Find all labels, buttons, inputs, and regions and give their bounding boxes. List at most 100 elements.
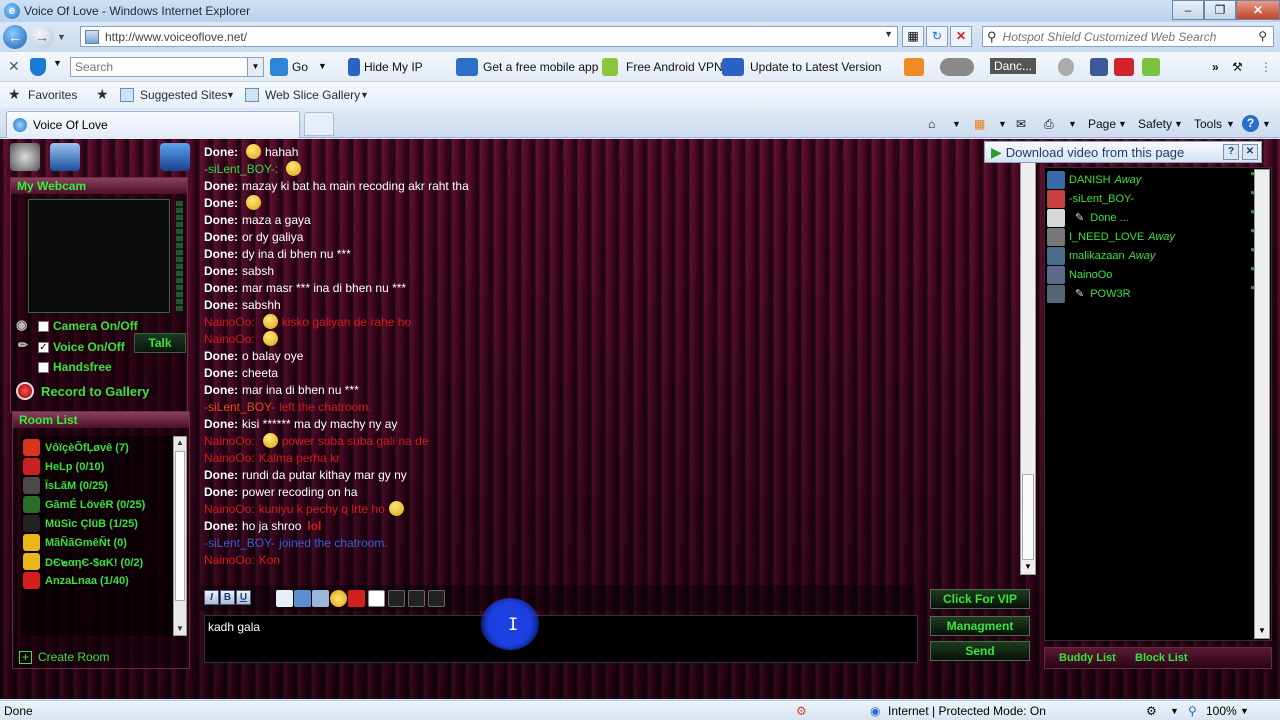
mobile-app-link[interactable]: Get a free mobile app [483,60,598,74]
italic-button[interactable]: I [204,590,219,605]
chat-username[interactable]: -siLent_BOY- [204,400,275,414]
underline-button[interactable]: U [236,590,251,605]
print-dropdown-icon[interactable]: ▼ [1068,119,1077,129]
android-vpn-link[interactable]: Free Android VPN [626,60,723,74]
go-dropdown-icon[interactable]: ▼ [318,61,327,71]
safety-dropdown-icon[interactable]: ▼ [1174,119,1183,129]
maximize-button[interactable]: ❐ [1204,0,1236,20]
create-room-button[interactable]: + Create Room [19,650,109,664]
camera-checkbox[interactable] [38,321,49,332]
room-scroll-thumb[interactable] [175,451,185,601]
media-settings-icon[interactable] [1058,58,1074,76]
bold-button[interactable]: B [220,590,235,605]
popup-blocker-icon[interactable]: ⚙ [796,704,807,718]
web-slice-link[interactable]: Web Slice Gallery [265,88,360,102]
media-controls-icon[interactable] [940,58,974,76]
chat-username[interactable]: Done: [204,281,238,295]
status-lock-icon[interactable]: ⚙ [1146,704,1157,718]
home-icon[interactable]: ⌂ [928,117,935,131]
user-list-item[interactable]: ✎ Done ... [1047,208,1269,227]
web-search-input[interactable] [1002,29,1253,44]
tools-menu[interactable]: Tools [1194,117,1222,131]
handsfree-checkbox[interactable] [38,362,49,373]
chat-username[interactable]: Done: [204,230,238,244]
close-window-button[interactable]: ✕ [1236,0,1280,20]
rss-icon[interactable] [904,58,924,76]
room-item[interactable]: VôïçèÕfĻøvê (7) [23,438,173,457]
talk-button[interactable]: Talk [134,333,186,353]
scroll-up-icon[interactable]: ▲ [174,437,186,449]
compatibility-icon[interactable]: ▦ [902,26,924,47]
chat-username[interactable]: NainoOo: [204,434,255,448]
web-search-box[interactable]: ⚲ ⚲ [982,26,1274,47]
document-icon[interactable] [276,590,293,607]
page-dropdown-icon[interactable]: ▼ [1118,119,1127,129]
chat-username[interactable]: Done: [204,298,238,312]
add-favorite-icon[interactable]: ★ [96,86,109,103]
web-slice-dropdown-icon[interactable]: ▼ [360,90,369,100]
chat-username[interactable]: Done: [204,468,238,482]
address-bar[interactable]: http://www.voiceoflove.net/ ▼ [80,26,898,47]
page-menu[interactable]: Page [1088,117,1116,131]
record-gallery-button[interactable]: Record to Gallery [41,384,149,399]
tools-dropdown-icon[interactable]: ▼ [1226,119,1235,129]
app-icon[interactable] [1142,58,1160,76]
user-list-item[interactable]: NainoOo [1047,265,1269,284]
download-video-bar[interactable]: ▶ Download video from this page ? ✕ [984,141,1262,163]
stop-icon[interactable]: ✕ [950,26,972,47]
chat-username[interactable]: Done: [204,196,238,210]
tool-icon-c[interactable] [428,590,445,607]
chat-username[interactable]: Done: [204,366,238,380]
chat-username[interactable]: NainoOo: [204,553,255,567]
zoom-dropdown-icon[interactable]: ▼ [1240,706,1249,716]
room-item[interactable]: DЄ๒αηЄ-$αK! (0/2) [23,552,173,571]
chat-username[interactable]: NainoOo: [204,451,255,465]
suggested-dropdown-icon[interactable]: ▼ [226,90,235,100]
hotspot-shield-icon[interactable] [30,58,46,76]
chat-username[interactable]: -siLent_BOY-: [204,162,278,176]
room-item[interactable]: MüSìc ÇlüB (1/25) [23,514,173,533]
history-dropdown-icon[interactable]: ▼ [57,32,67,42]
refresh-icon[interactable]: ↻ [926,26,948,47]
back-button[interactable]: ← [3,25,27,49]
chat-username[interactable]: Done: [204,145,238,159]
vip-button[interactable]: Click For VIP [930,589,1030,609]
toolbar-grip-icon[interactable]: ⋮ [1260,60,1272,74]
room-item[interactable]: HeLp (0/10) [23,457,173,476]
chat-scroll-down-icon[interactable]: ▼ [1021,560,1035,574]
chat-username[interactable]: Done: [204,383,238,397]
attach-icon[interactable] [312,590,329,607]
chat-username[interactable]: Done: [204,247,238,261]
status-dropdown-icon[interactable]: ▼ [1170,706,1179,716]
chat-username[interactable]: Done: [204,213,238,227]
home-dropdown-icon[interactable]: ▼ [952,119,961,129]
help-icon[interactable]: ? [1242,115,1259,132]
address-dropdown-icon[interactable]: ▼ [884,29,893,39]
tool-icon-b[interactable] [408,590,425,607]
download-close-icon[interactable]: ✕ [1242,144,1258,160]
exit-icon[interactable] [160,143,190,171]
video-icon[interactable] [50,143,80,171]
mail-icon[interactable]: ✉ [1016,117,1026,131]
more-chevron-icon[interactable]: » [1212,60,1219,74]
chat-username[interactable]: NainoOo: [204,332,255,346]
block-list-tab[interactable]: Block List [1135,652,1188,664]
settings-gear-icon[interactable] [10,143,40,171]
scroll-down-icon[interactable]: ▼ [174,623,186,635]
chat-username[interactable]: Done: [204,485,238,499]
user-list-item[interactable]: DANISH Away [1047,170,1269,189]
management-button[interactable]: Managment [930,616,1030,636]
chat-username[interactable]: NainoOo: [204,502,255,516]
chat-username[interactable]: Done: [204,519,238,533]
image-icon[interactable] [294,590,311,607]
download-help-icon[interactable]: ? [1223,144,1239,160]
chat-username[interactable]: NainoOo: [204,315,255,329]
new-tab-button[interactable] [304,112,334,136]
user-list-item[interactable]: I_NEED_LOVE Away [1047,227,1269,246]
favorites-button[interactable]: Favorites [28,88,77,102]
emoji-icon[interactable] [330,590,347,607]
feeds-icon[interactable]: ▦ [974,117,985,131]
chat-username[interactable]: Done: [204,264,238,278]
chat-username[interactable]: -siLent_BOY- [204,536,275,550]
voice-checkbox[interactable]: ✓ [38,342,49,353]
